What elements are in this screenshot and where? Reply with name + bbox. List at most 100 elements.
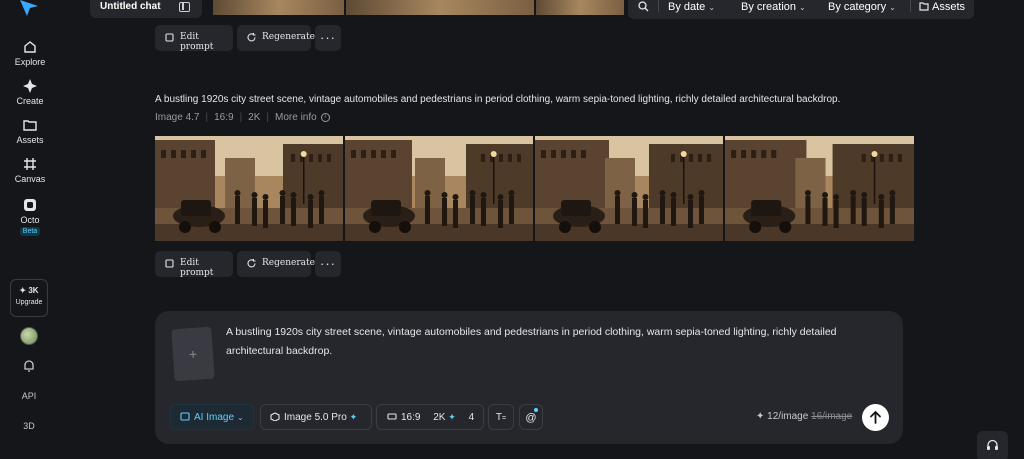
logo-icon[interactable] <box>18 0 40 18</box>
prompt-composer: + A bustling 1920s city street scene, vi… <box>155 311 903 444</box>
edit-prompt-button[interactable]: Edit prompt <box>155 251 233 278</box>
sidebar-item-octo[interactable]: Octo Beta <box>0 197 60 236</box>
upgrade-button[interactable]: ✦ 3K Upgrade <box>10 279 48 317</box>
image-settings-select[interactable]: 16:9 2K ✦ 4 <box>376 404 484 430</box>
home-icon <box>24 41 36 53</box>
chevron-down-icon: ⌄ <box>708 3 716 12</box>
filter-label: Assets <box>932 1 966 13</box>
notification-dot <box>534 408 538 412</box>
send-button[interactable] <box>862 404 889 431</box>
panel-toggle-icon[interactable] <box>179 2 190 12</box>
generation-meta: Image 4.7 | 16:9 | 2K | More info i <box>155 112 330 123</box>
text-style-button[interactable]: T= <box>488 404 514 430</box>
divider <box>910 0 911 12</box>
folder-icon <box>919 2 929 11</box>
chat-title-text: Untitled chat <box>100 1 161 12</box>
search-icon[interactable] <box>638 1 649 12</box>
chevron-down-icon: ⌄ <box>237 413 244 422</box>
generated-image[interactable] <box>155 136 343 241</box>
mention-button[interactable]: @ <box>519 404 543 430</box>
filter-by-creation[interactable]: By creation ⌄ <box>741 1 806 13</box>
previous-image[interactable] <box>213 0 344 15</box>
generated-image[interactable] <box>535 136 723 241</box>
button-label: Regenerate <box>262 258 315 268</box>
generation-prompt: A bustling 1920s city street scene, vint… <box>155 94 841 105</box>
support-button[interactable] <box>977 431 1008 459</box>
previous-image[interactable] <box>536 0 624 15</box>
aspect-label: 16:9 <box>401 412 421 423</box>
credit-cost: ✦ 12/image 16/image <box>756 411 852 422</box>
at-icon: @ <box>525 412 537 424</box>
avatar[interactable] <box>20 327 38 345</box>
filter-by-category[interactable]: By category ⌄ <box>828 1 896 13</box>
sidebar-item-label: Create <box>16 96 44 106</box>
ai-image-mode-select[interactable]: AI Image ⌄ <box>170 404 254 430</box>
text-format-icon: T= <box>495 412 507 423</box>
canvas-icon <box>24 158 36 170</box>
generated-image[interactable] <box>725 136 914 241</box>
image-icon <box>180 412 190 421</box>
sidebar-item-label: Assets <box>16 135 44 145</box>
folder-icon <box>23 120 37 131</box>
cost-old: 16/image <box>811 411 853 422</box>
bell-icon[interactable] <box>22 359 36 373</box>
edit-icon <box>165 259 174 268</box>
image-grid <box>155 136 914 241</box>
upgrade-label: Upgrade <box>15 299 43 306</box>
refresh-icon <box>247 259 256 268</box>
sidebar-item-explore[interactable]: Explore <box>0 39 60 67</box>
more-button[interactable]: ··· <box>315 25 341 51</box>
cost-new: 12/image <box>767 411 809 422</box>
refresh-icon <box>247 33 256 42</box>
filter-by-date[interactable]: By date ⌄ <box>668 1 715 13</box>
generated-image[interactable] <box>345 136 533 241</box>
sidebar-item-label: Explore <box>14 57 46 67</box>
filter-label: By date <box>668 1 706 13</box>
3d-link[interactable]: 3D <box>0 421 58 431</box>
sparkle-icon: ✦ <box>756 411 765 422</box>
button-label: Regenerate <box>262 32 315 42</box>
regenerate-button[interactable]: Regenerate <box>237 25 315 51</box>
model-label: Image 4.7 <box>155 112 200 123</box>
aspect-ratio-icon <box>387 413 397 420</box>
api-link[interactable]: API <box>0 391 58 401</box>
upload-reference-button[interactable]: + <box>171 326 215 382</box>
filter-label: By category <box>828 1 887 13</box>
sparkle-icon: ✦ <box>349 412 358 422</box>
mode-label: AI Image <box>194 412 235 423</box>
credits-count: ✦ 3K <box>19 286 39 295</box>
edit-icon <box>165 33 174 42</box>
model-select[interactable]: Image 5.0 Pro ✦ <box>260 404 372 430</box>
resolution-label: 2K <box>248 112 261 123</box>
divider <box>658 0 659 12</box>
chevron-down-icon: ⌄ <box>799 3 806 12</box>
filter-bar: By date ⌄ By creation ⌄ By category ⌄ Asset… <box>628 0 974 19</box>
chevron-down-icon: ⌄ <box>889 3 896 12</box>
regenerate-button[interactable]: Regenerate <box>237 251 315 277</box>
info-icon: i <box>320 112 330 122</box>
sidebar-item-label: Canvas <box>14 174 46 184</box>
sidebar-item-assets[interactable]: Assets <box>0 117 60 145</box>
sidebar-item-canvas[interactable]: Canvas <box>0 156 60 184</box>
sidebar-item-create[interactable]: Create <box>0 78 60 106</box>
cube-icon <box>270 412 280 421</box>
model-label: Image 5.0 Pro <box>284 412 347 423</box>
more-button[interactable]: ··· <box>315 251 341 277</box>
sparkle-icon <box>23 79 37 93</box>
edit-prompt-button[interactable]: Edit prompt <box>155 25 233 52</box>
beta-badge: Beta <box>19 227 41 236</box>
more-info-link[interactable]: More info i <box>275 112 330 123</box>
button-label: Edit prompt <box>180 32 214 52</box>
more-info-text: More info <box>275 112 317 123</box>
resolution-label: 2K <box>433 412 446 423</box>
sidebar: Explore Create Assets Canvas Octo Beta ✦… <box>0 0 60 459</box>
chat-title[interactable]: Untitled chat <box>90 0 202 18</box>
previous-image[interactable] <box>346 0 534 15</box>
octo-icon <box>24 199 36 211</box>
sidebar-item-label: Octo <box>20 215 40 225</box>
filter-label: By creation <box>741 1 797 13</box>
button-label: Edit prompt <box>180 258 214 278</box>
prompt-input[interactable]: A bustling 1920s city street scene, vint… <box>226 323 896 361</box>
assets-filter-button[interactable]: Assets <box>919 1 965 13</box>
headset-icon <box>987 439 998 450</box>
